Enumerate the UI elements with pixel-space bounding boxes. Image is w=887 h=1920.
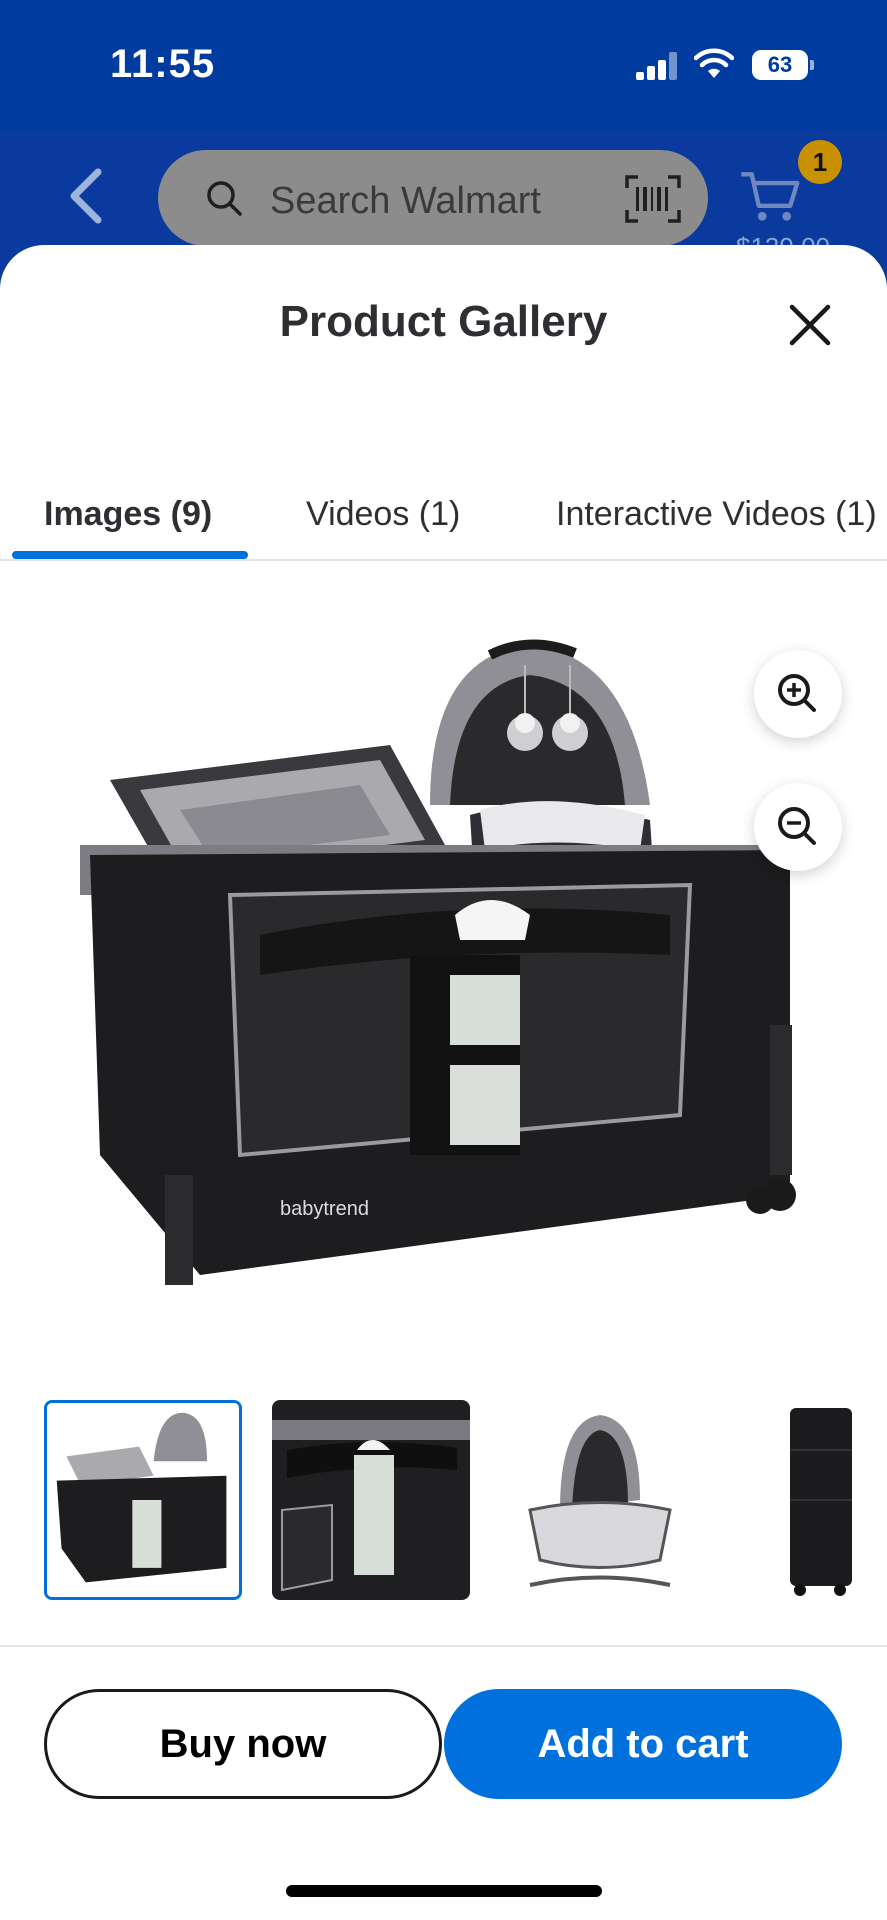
back-arrow-icon[interactable]: [62, 166, 112, 226]
main-product-image[interactable]: babytrend: [70, 595, 810, 1295]
zoom-out-button[interactable]: [754, 783, 842, 871]
thumbnail-playard-full-view[interactable]: [44, 1400, 242, 1600]
divider: [0, 1645, 887, 1647]
cell-signal-icon: [636, 52, 680, 80]
add-to-cart-button[interactable]: Add to cart: [444, 1689, 842, 1799]
zoom-out-icon: [778, 807, 816, 845]
tab-interactive-videos[interactable]: Interactive Videos (1): [556, 495, 877, 534]
zoom-in-button[interactable]: [754, 650, 842, 738]
cart-count-badge: 1: [798, 140, 842, 184]
gallery-tabs: Images (9) Videos (1) Interactive Videos…: [0, 475, 887, 561]
buy-now-button[interactable]: Buy now: [44, 1689, 442, 1799]
tab-videos[interactable]: Videos (1): [306, 495, 460, 534]
sheet-title: Product Gallery: [279, 297, 608, 346]
thumbnail-bassinet-rocker[interactable]: [500, 1400, 698, 1600]
brand-logo: babytrend: [280, 1198, 369, 1220]
home-indicator: [286, 1885, 602, 1897]
search-icon: [207, 181, 242, 216]
product-gallery-sheet: Product Gallery Images (9) Videos (1) In…: [0, 245, 887, 1920]
wifi-icon: [694, 48, 734, 78]
thumbnail-folded-travel-bag[interactable]: [728, 1400, 887, 1600]
thumbnail-strip: [0, 1400, 887, 1610]
close-icon[interactable]: [782, 297, 838, 353]
search-bar[interactable]: Search Walmart: [158, 150, 708, 246]
cart-icon: [741, 172, 800, 221]
status-time: 11:55: [110, 42, 216, 86]
cart-button[interactable]: 1 $139.00: [736, 140, 856, 262]
barcode-icon[interactable]: [624, 174, 682, 224]
active-tab-indicator: [12, 551, 248, 559]
thumbnail-image: [728, 1400, 887, 1600]
thumbnail-diaper-caddy-closeup[interactable]: [272, 1400, 470, 1600]
zoom-in-icon: [778, 674, 816, 712]
battery-indicator: 63: [752, 50, 814, 80]
thumbnail-image: [47, 1403, 239, 1597]
status-bar: 11:55 63: [0, 0, 887, 130]
search-placeholder: Search Walmart: [270, 180, 541, 222]
thumbnail-image: [272, 1400, 470, 1600]
thumbnail-image: [500, 1400, 698, 1600]
tab-images[interactable]: Images (9): [44, 495, 212, 534]
top-nav: Search Walmart 1 $139.00: [0, 130, 887, 262]
